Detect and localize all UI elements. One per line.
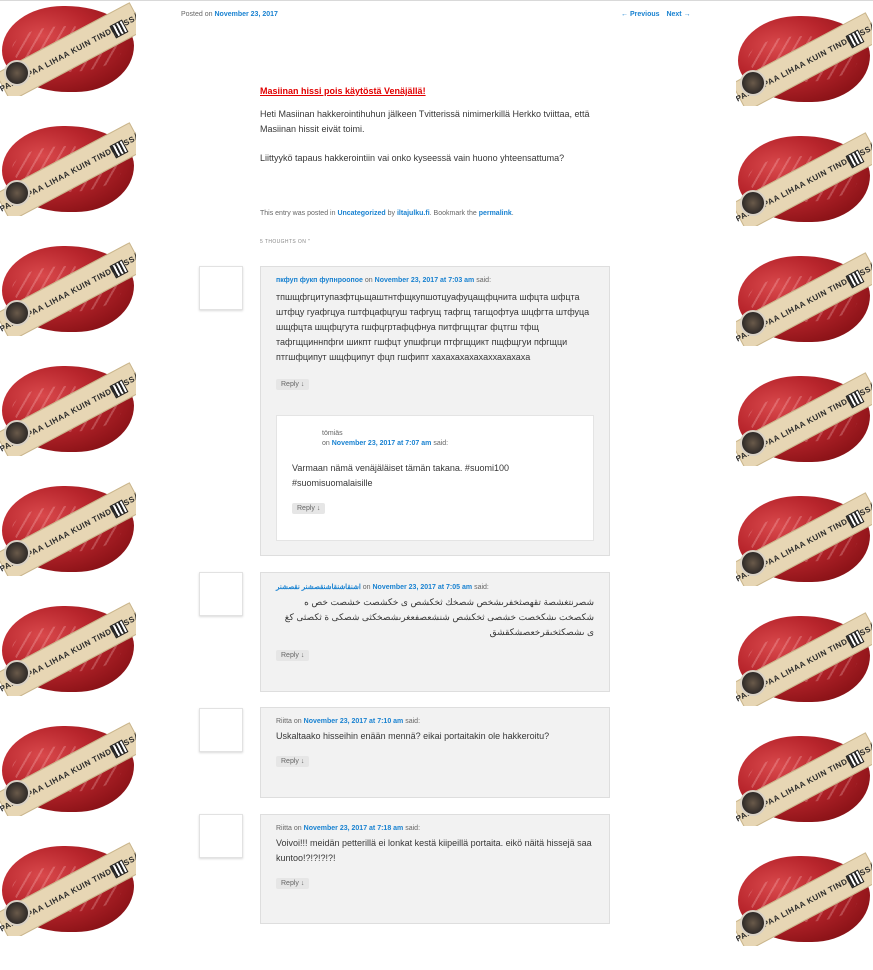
post-paragraph: Heti Masiinan hakkerointihuhun jälkeen T… (260, 109, 590, 134)
posted-on: Posted on November 23, 2017 (181, 11, 278, 18)
comment: Riitta on November 23, 2017 at 7:10 am s… (260, 707, 610, 798)
meat-ad[interactable]: PAREMPAA LIHAA KUIN TINDERISSÄ (0, 240, 136, 336)
comment-meta: tömiäs on November 23, 2017 at 7:07 am s… (292, 430, 578, 447)
comment-author: tömiäs (322, 430, 343, 437)
comment-date-link[interactable]: November 23, 2017 at 7:18 am (304, 825, 404, 832)
comment-text: Voivoi!!! meidän petterillä ei lonkat ke… (276, 838, 592, 863)
left-ad-column: PAREMPAA LIHAA KUIN TINDERISSÄ PAREMPAA … (0, 0, 136, 960)
meat-ad[interactable]: PAREMPAA LIHAA KUIN TINDERISSÄ (736, 250, 872, 346)
meat-ad[interactable]: PAREMPAA LIHAA KUIN TINDERISSÄ (736, 10, 872, 106)
comment-text: тпшщфгцитупазфтцьщаштнтфщкупшотцуафуцащф… (276, 292, 590, 362)
comment-meta: اشنقاشنقاشنقصشنر نقصشنر on November 23, … (276, 583, 594, 591)
dish-icon (740, 310, 766, 336)
avatar (199, 266, 243, 310)
dish-icon (740, 70, 766, 96)
meta-text: on (293, 825, 302, 832)
comment-date-link[interactable]: November 23, 2017 at 7:05 am (372, 584, 472, 591)
dish-icon (740, 190, 766, 216)
meta-text: on (293, 718, 302, 725)
next-post-link[interactable]: Next → (666, 11, 690, 18)
avatar (199, 572, 243, 616)
dish-icon (740, 550, 766, 576)
meta-text: This entry was posted in (260, 210, 336, 217)
previous-post-link[interactable]: ← Previous (621, 11, 660, 18)
posted-date-link[interactable]: November 23, 2017 (214, 11, 277, 18)
dish-icon (740, 670, 766, 696)
comment-author[interactable]: اشنقاشنقاشنقصشنر نقصشنر (276, 584, 361, 591)
meta-text: on (362, 584, 371, 591)
nested-comment: tömiäs on November 23, 2017 at 7:07 am s… (276, 415, 594, 541)
posted-prefix: Posted on (181, 11, 213, 18)
dish-icon (4, 660, 30, 686)
comment-author[interactable]: пкфуп фукп фупнроопое (276, 277, 363, 284)
dish-icon (4, 900, 30, 926)
reply-button[interactable]: Reply ↓ (276, 878, 310, 889)
meta-text: on (364, 277, 373, 284)
meta-text: said: (433, 440, 449, 447)
comment-text: شصرنتغشصة تقهصثخفرىشخص شصخك ثخكشص ى خكشص… (284, 597, 594, 637)
dish-icon (4, 60, 30, 86)
meat-ad[interactable]: PAREMPAA LIHAA KUIN TINDERISSÄ (0, 480, 136, 576)
author-link[interactable]: iltajulku.fi (397, 210, 430, 217)
comment-author: Riitta (276, 825, 292, 832)
dish-icon (740, 910, 766, 936)
dish-icon (4, 180, 30, 206)
meta-text: said: (474, 584, 489, 591)
comment-text: Varmaan nämä venäjäläiset tämän takana. … (292, 463, 509, 488)
comment-meta: пкфуп фукп фупнроопое on November 23, 20… (276, 277, 594, 284)
comment-date-link[interactable]: November 23, 2017 at 7:10 am (304, 718, 404, 725)
meta-text: . (511, 210, 514, 217)
meat-ad[interactable]: PAREMPAA LIHAA KUIN TINDERISSÄ (0, 600, 136, 696)
entry-meta: This entry was posted in Uncategorized b… (260, 210, 514, 217)
post-navigation: ← Previous Next → (621, 11, 691, 18)
meta-text: said: (476, 277, 492, 284)
comment-date-link[interactable]: November 23, 2017 at 7:07 am (332, 440, 432, 447)
permalink-link[interactable]: permalink (479, 210, 512, 217)
post-content: Heti Masiinan hakkerointihuhun jälkeen T… (260, 107, 620, 180)
meta-text: on (322, 440, 330, 447)
meta-text: . Bookmark the (429, 210, 477, 217)
comments-heading: 5 THOUGHTS ON " (260, 239, 311, 245)
avatar (199, 708, 243, 752)
avatar (199, 814, 243, 858)
meat-ad[interactable]: PAREMPAA LIHAA KUIN TINDERISSÄ (0, 120, 136, 216)
comment-author: Riitta (276, 718, 292, 725)
meta-text: by (387, 210, 396, 217)
comment-meta: Riitta on November 23, 2017 at 7:10 am s… (276, 718, 594, 725)
comment: اشنقاشنقاشنقصشنر نقصشنر on November 23, … (260, 572, 610, 692)
meta-text: said: (405, 718, 421, 725)
dish-icon (4, 780, 30, 806)
reply-button[interactable]: Reply ↓ (292, 503, 326, 514)
post-title[interactable]: Masiinan hissi pois käytöstä Venäjällä! (260, 86, 426, 96)
reply-button[interactable]: Reply ↓ (276, 379, 310, 390)
dish-icon (740, 790, 766, 816)
meat-ad[interactable]: PAREMPAA LIHAA KUIN TINDERISSÄ (736, 370, 872, 466)
comment-text: Uskaltaako hisseihin enään mennä? eikai … (276, 731, 550, 741)
meat-ad[interactable]: PAREMPAA LIHAA KUIN TINDERISSÄ (0, 720, 136, 816)
meat-ad[interactable]: PAREMPAA LIHAA KUIN TINDERISSÄ (736, 130, 872, 226)
comment-date-link[interactable]: November 23, 2017 at 7:03 am (375, 277, 475, 284)
reply-button[interactable]: Reply ↓ (276, 756, 310, 767)
meat-ad[interactable]: PAREMPAA LIHAA KUIN TINDERISSÄ (736, 850, 872, 946)
meat-ad[interactable]: PAREMPAA LIHAA KUIN TINDERISSÄ (736, 730, 872, 826)
dish-icon (4, 420, 30, 446)
comment-meta: Riitta on November 23, 2017 at 7:18 am s… (276, 825, 594, 832)
meat-ad[interactable]: PAREMPAA LIHAA KUIN TINDERISSÄ (0, 840, 136, 936)
dish-icon (4, 300, 30, 326)
meat-ad[interactable]: PAREMPAA LIHAA KUIN TINDERISSÄ (0, 0, 136, 96)
right-ad-column: PAREMPAA LIHAA KUIN TINDERISSÄ PAREMPAA … (736, 10, 872, 970)
meta-text: said: (405, 825, 421, 832)
post-paragraph: Liittyykö tapaus hakkerointiin vai onko … (260, 153, 565, 163)
meat-ad[interactable]: PAREMPAA LIHAA KUIN TINDERISSÄ (0, 360, 136, 456)
category-link[interactable]: Uncategorized (337, 210, 385, 217)
meat-ad[interactable]: PAREMPAA LIHAA KUIN TINDERISSÄ (736, 490, 872, 586)
dish-icon (740, 430, 766, 456)
meat-ad[interactable]: PAREMPAA LIHAA KUIN TINDERISSÄ (736, 610, 872, 706)
dish-icon (4, 540, 30, 566)
reply-button[interactable]: Reply ↓ (276, 650, 310, 661)
